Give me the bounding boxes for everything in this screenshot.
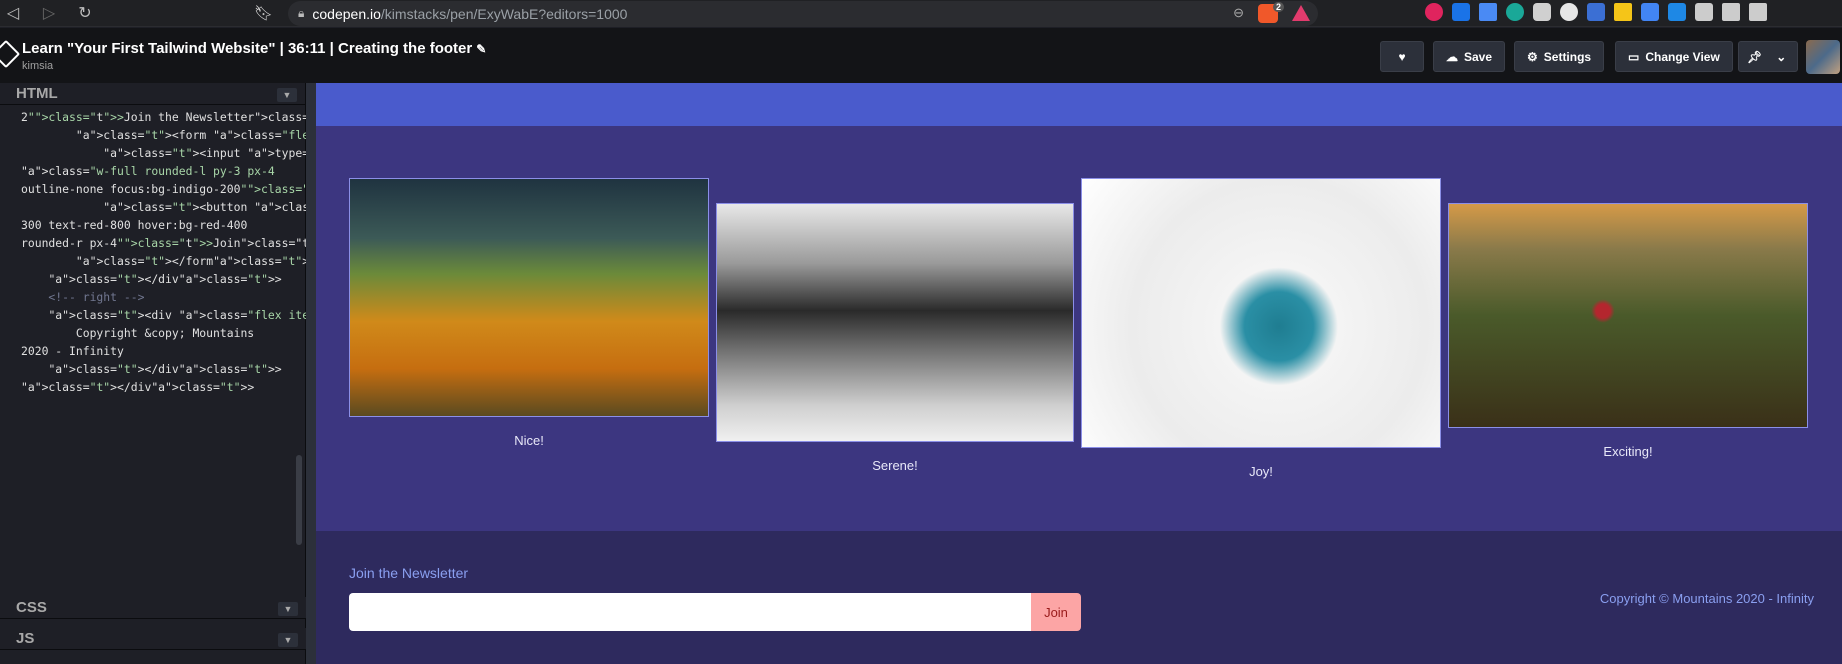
chevron-down-icon[interactable]: ▼ [278,633,298,647]
menu-icon[interactable] [1749,3,1767,21]
cloud-icon: ☁ [1446,49,1458,64]
js-editor-title: JS [16,630,35,647]
code-line: "a">class="t"><form "a">class="flex""a">… [75,128,426,142]
code-line: outline-none focus:bg-indigo-200"">class… [21,182,336,196]
bookmark-icon[interactable]: 🔖︎ [254,4,273,22]
balloon-image [1448,203,1808,428]
js-editor-header[interactable]: JS ▼ [0,628,306,650]
code-line: "a">class="t"><div "a">class="flex items… [48,308,480,322]
code-line: Copyright &copy; Mountains [21,326,255,340]
code-editor[interactable]: 2"">class="t">>Join the Newsletter">clas… [0,108,481,396]
chevron-down-icon[interactable]: ▼ [278,602,298,616]
change-view-button[interactable]: ▭ Change View [1615,41,1733,72]
heart-icon: ♥ [1398,49,1406,64]
gallery-card: Exciting! [1448,203,1808,459]
extension-icon[interactable] [1668,3,1686,21]
code-line: "a">class="w-full rounded-l py-3 px-4 [21,164,275,178]
gallery-card: Joy! [1081,178,1441,479]
extensions-bar [1425,3,1767,21]
editor-scrollbar[interactable] [296,455,302,545]
html-editor-title: HTML [16,85,58,102]
gallery-card: Serene! [716,203,1074,473]
landscape-image [349,178,709,417]
code-line: "a">class="t"></form"a">class="t">> [75,254,316,268]
url-text: codepen.io/kimstacks/pen/ExyWabE?editors… [312,5,628,22]
lock-icon: 🔒︎ [298,6,305,20]
gallery-card: Nice! [349,178,709,448]
css-editor-header[interactable]: CSS ▼ [0,597,306,619]
code-line: rounded-r px-4"">class="t">>Join">class=… [21,236,467,250]
panel-resizer[interactable] [306,83,316,664]
copyright-text: Copyright © Mountains 2020 - Infinity [1599,591,1814,606]
save-button[interactable]: ☁ Save [1433,41,1506,72]
code-line: "a">class="t"><button "a">class="bg-red- [103,200,377,214]
translate-icon[interactable] [1641,3,1659,21]
avatar[interactable] [1806,40,1840,74]
code-line: "a">class="t"><input "a">type="email" [103,146,357,160]
resort-image [716,203,1074,442]
pen-title-text: Learn "Your First Tailwind Website" | 36… [22,40,473,57]
pen-title[interactable]: Learn "Your First Tailwind Website" | 36… [22,40,486,57]
pin-button[interactable]: 📌︎ ⌄ [1738,41,1798,72]
code-line: 2"">class="t">>Join the Newsletter">clas… [21,110,453,124]
card-caption: Serene! [872,458,918,473]
brave-rewards-icon[interactable] [1292,5,1310,21]
browser-toolbar: ◁ ▷ ↻ 🔖︎ 🔒︎ codepen.io/kimstacks/pen/Exy… [0,0,1842,27]
puzzle-icon[interactable] [1695,3,1713,21]
heart-button[interactable]: ♥ [1380,41,1424,72]
extension-icon[interactable] [1506,3,1524,21]
gear-icon: ⚙ [1527,49,1538,64]
card-caption: Exciting! [1603,444,1653,459]
code-line: "a">class="t"></div"a">class="t">> [48,362,282,376]
reload-icon[interactable]: ↻ [74,3,96,23]
skier-image [1081,178,1441,448]
email-field[interactable] [349,593,1031,631]
pocket-icon[interactable] [1533,3,1551,21]
extension-icon[interactable] [1587,3,1605,21]
card-caption: Nice! [514,433,544,448]
code-line: "a">class="t"></div"a">class="t">> [48,272,282,286]
reading-list-icon[interactable] [1722,3,1740,21]
codepen-header: Learn "Your First Tailwind Website" | 36… [0,28,1842,83]
html-editor-header[interactable]: HTML ▼ [0,83,305,105]
address-bar[interactable]: 🔒︎ codepen.io/kimstacks/pen/ExyWabE?edit… [288,1,1318,26]
chevron-down-icon: ⌄ [1776,49,1787,64]
edit-pencil-icon[interactable]: ✎ [476,42,486,56]
settings-button[interactable]: ⚙ Settings [1514,41,1605,72]
docs-icon[interactable] [1479,3,1497,21]
back-icon[interactable]: ◁ [2,3,24,23]
preview-pane: Nice! Serene! Joy! Exciting! Join the Ne… [316,83,1842,664]
code-line: "a">class="t"></div"a">class="t">> [21,380,255,394]
pen-author[interactable]: kimsia [22,60,53,72]
chevron-down-icon[interactable]: ▼ [277,88,297,102]
extension-icon[interactable] [1560,3,1578,21]
code-line: 2020 - Infinity [21,344,124,358]
settings-label: Settings [1543,49,1592,64]
brave-badge: 2 [1272,2,1284,12]
join-button[interactable]: Join [1031,593,1081,631]
code-line: <!-- right --> [21,290,145,304]
save-label: Save [1464,49,1493,64]
brave-shield-icon[interactable]: 2 [1258,2,1284,23]
codepen-logo-icon[interactable] [0,39,21,69]
extension-icon[interactable] [1425,3,1443,21]
site-footer: Join the Newsletter Join Copyright © Mou… [316,531,1842,664]
change-view-label: Change View [1645,49,1720,64]
pin-icon: 📌︎ [1747,49,1763,64]
browser-nav: ◁ ▷ ↻ [0,3,96,23]
layout-icon: ▭ [1628,49,1640,64]
newsletter-title: Join the Newsletter [349,565,469,581]
card-caption: Joy! [1249,464,1273,479]
zoom-icon[interactable]: ⊖ [1233,5,1244,21]
extension-icon[interactable] [1452,3,1470,21]
nav-band [316,83,1842,126]
css-editor-title: CSS [16,599,47,616]
pencil-icon[interactable] [1614,3,1632,21]
forward-icon[interactable]: ▷ [38,3,60,23]
code-line: 300 text-red-800 hover:bg-red-400 [21,218,248,232]
html-editor-panel: HTML ▼ 2"">class="t">>Join the Newslette… [0,83,481,664]
